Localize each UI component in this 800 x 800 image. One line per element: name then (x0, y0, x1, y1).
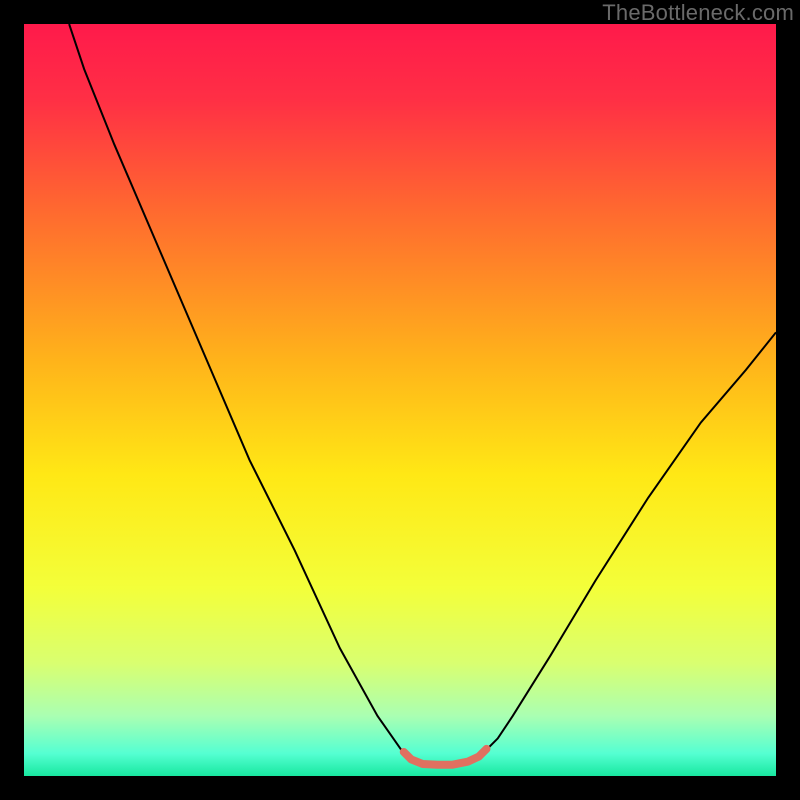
bottleneck-chart (24, 24, 776, 776)
chart-frame (24, 24, 776, 776)
gradient-background (24, 24, 776, 776)
watermark-text: TheBottleneck.com (602, 0, 794, 26)
